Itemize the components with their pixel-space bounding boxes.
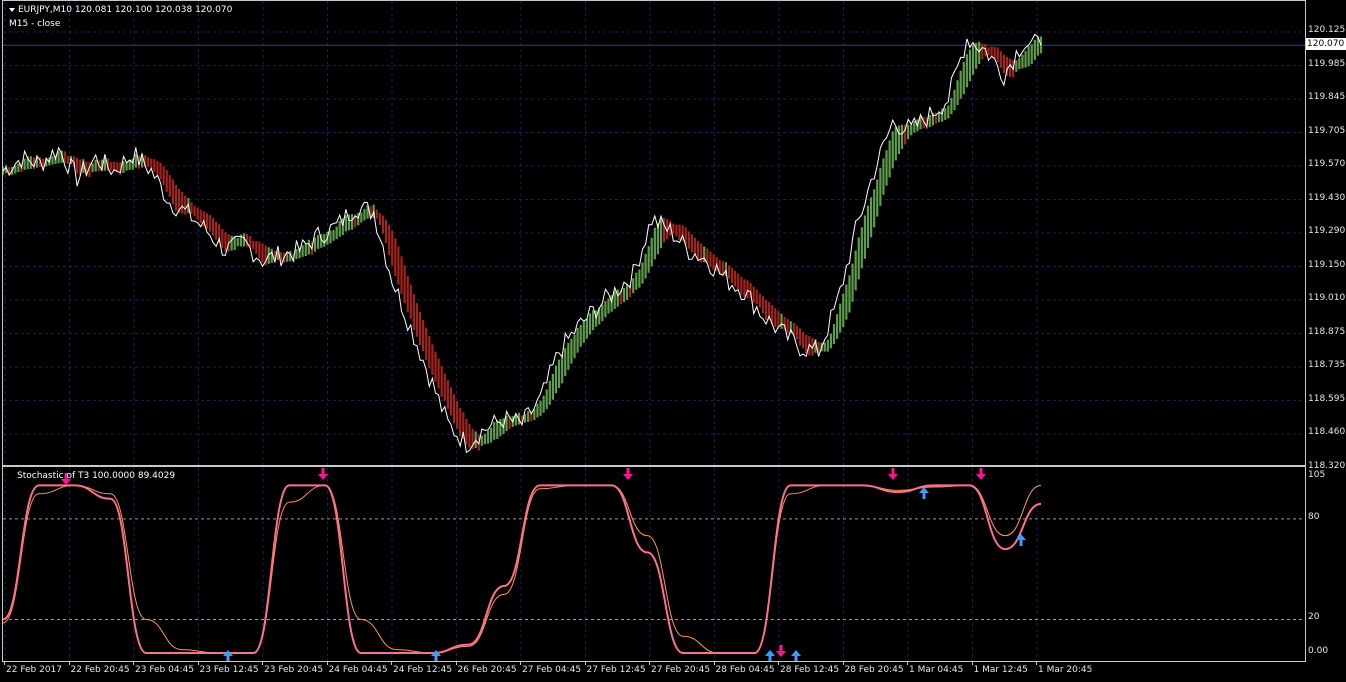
price-axis-label: 119.150	[1308, 259, 1346, 270]
time-tick	[1036, 662, 1037, 665]
price-axis-label: 118.735	[1308, 360, 1346, 370]
time-axis-label: 27 Feb 20:45	[651, 665, 711, 675]
price-axis-label: 118.595	[1308, 393, 1346, 404]
time-axis-label: 1 Mar 04:45	[909, 665, 964, 675]
symbol-line: EURJPY,M10 120.081 120.100 120.038 120.0…	[18, 5, 233, 15]
time-axis-label: 24 Feb 04:45	[328, 665, 388, 675]
arrow-up-icon	[919, 487, 929, 499]
time-axis-label: 28 Feb 04:45	[715, 665, 775, 675]
time-tick	[778, 662, 779, 665]
time-axis-label: 28 Feb 20:45	[844, 665, 904, 675]
time-tick	[391, 662, 392, 665]
indicator-label: M15 - close	[9, 19, 61, 29]
price-axis-label: 119.705	[1308, 125, 1346, 136]
time-tick	[326, 662, 328, 665]
stochastic-axis-label: 80	[1308, 511, 1320, 522]
price-axis-label: 118.875	[1308, 326, 1346, 337]
time-tick	[971, 662, 973, 665]
price-axis-label: 119.430	[1308, 192, 1346, 203]
symbol-header: EURJPY,M10 120.081 120.100 120.038 120.0…	[9, 5, 232, 15]
time-axis-label: 23 Feb 20:45	[264, 665, 324, 675]
arrow-down-icon	[623, 468, 633, 480]
time-axis-label: 27 Feb 12:45	[586, 665, 646, 675]
time-axis-label: 22 Feb 2017	[6, 665, 63, 675]
time-tick	[713, 662, 715, 665]
stochastic-title: Stochastic of T3 100.0000 89.4029	[17, 471, 176, 481]
current-price-tag: 120.070	[1306, 38, 1346, 51]
time-axis-label: 22 Feb 20:45	[70, 665, 130, 675]
price-chart-svg	[3, 1, 1305, 465]
arrow-down-icon	[976, 468, 986, 480]
price-axis: 120.125 119.985 119.845 119.705 119.570 119.4…	[1306, 0, 1346, 471]
stochastic-svg	[3, 467, 1305, 661]
time-tick	[842, 662, 844, 665]
time-axis-label: 24 Feb 12:45	[393, 665, 453, 675]
arrow-down-icon	[888, 468, 898, 480]
time-tick	[197, 662, 199, 665]
time-tick	[649, 662, 650, 665]
time-axis-label: 1 Mar 20:45	[1038, 665, 1093, 675]
price-axis-label: 118.460	[1308, 427, 1346, 437]
time-tick	[4, 662, 5, 665]
arrow-up-icon	[1016, 534, 1026, 546]
price-chart-pane[interactable]: EURJPY,M10 120.081 120.100 120.038 120.0…	[2, 0, 1306, 466]
time-tick	[520, 662, 521, 665]
time-axis-label: 23 Feb 04:45	[135, 665, 195, 675]
stochastic-axis-label: 0.00	[1308, 646, 1329, 656]
close-price-line	[3, 33, 1042, 454]
time-tick	[455, 662, 457, 665]
time-tick	[584, 662, 586, 665]
time-tick	[262, 662, 263, 665]
price-axis-label: 119.010	[1308, 293, 1346, 303]
collapse-triangle-icon[interactable]	[9, 7, 15, 12]
time-axis: 22 Feb 2017 22 Feb 20:45 23 Feb 04:45 23 Fe…	[0, 662, 1346, 682]
price-axis-label: 119.985	[1308, 58, 1346, 69]
arrow-up-icon	[791, 650, 801, 661]
stochastic-axis-label: 20	[1308, 612, 1320, 623]
time-axis-label: 27 Feb 04:45	[522, 665, 582, 675]
time-axis-label: 26 Feb 20:45	[457, 665, 517, 675]
arrow-up-icon	[223, 650, 233, 661]
price-axis-label: 119.845	[1308, 92, 1346, 102]
stochastic-main-line	[3, 484, 1042, 654]
price-axis-label: 120.125	[1308, 25, 1346, 35]
arrow-down-icon	[318, 468, 328, 480]
price-axis-label: 119.570	[1308, 159, 1346, 169]
stochastic-pane[interactable]: Stochastic of T3 100.0000 89.4029	[2, 466, 1306, 662]
stochastic-signal-line	[3, 484, 1042, 654]
stochastic-axis: 105 80 20 0.00	[1306, 466, 1346, 660]
signal-arrows	[61, 468, 1026, 661]
time-axis-label: 23 Feb 12:45	[199, 665, 259, 675]
price-axis-label: 119.290	[1308, 226, 1346, 236]
time-tick	[133, 662, 134, 665]
time-axis-label: 28 Feb 12:45	[780, 665, 840, 675]
arrow-down-icon	[776, 645, 786, 657]
stochastic-grid	[4, 467, 1038, 661]
time-tick	[907, 662, 908, 665]
time-tick	[68, 662, 70, 665]
time-axis-label: 1 Mar 12:45	[973, 665, 1028, 675]
arrow-up-icon	[765, 650, 775, 661]
stochastic-axis-label: 105	[1308, 470, 1326, 480]
